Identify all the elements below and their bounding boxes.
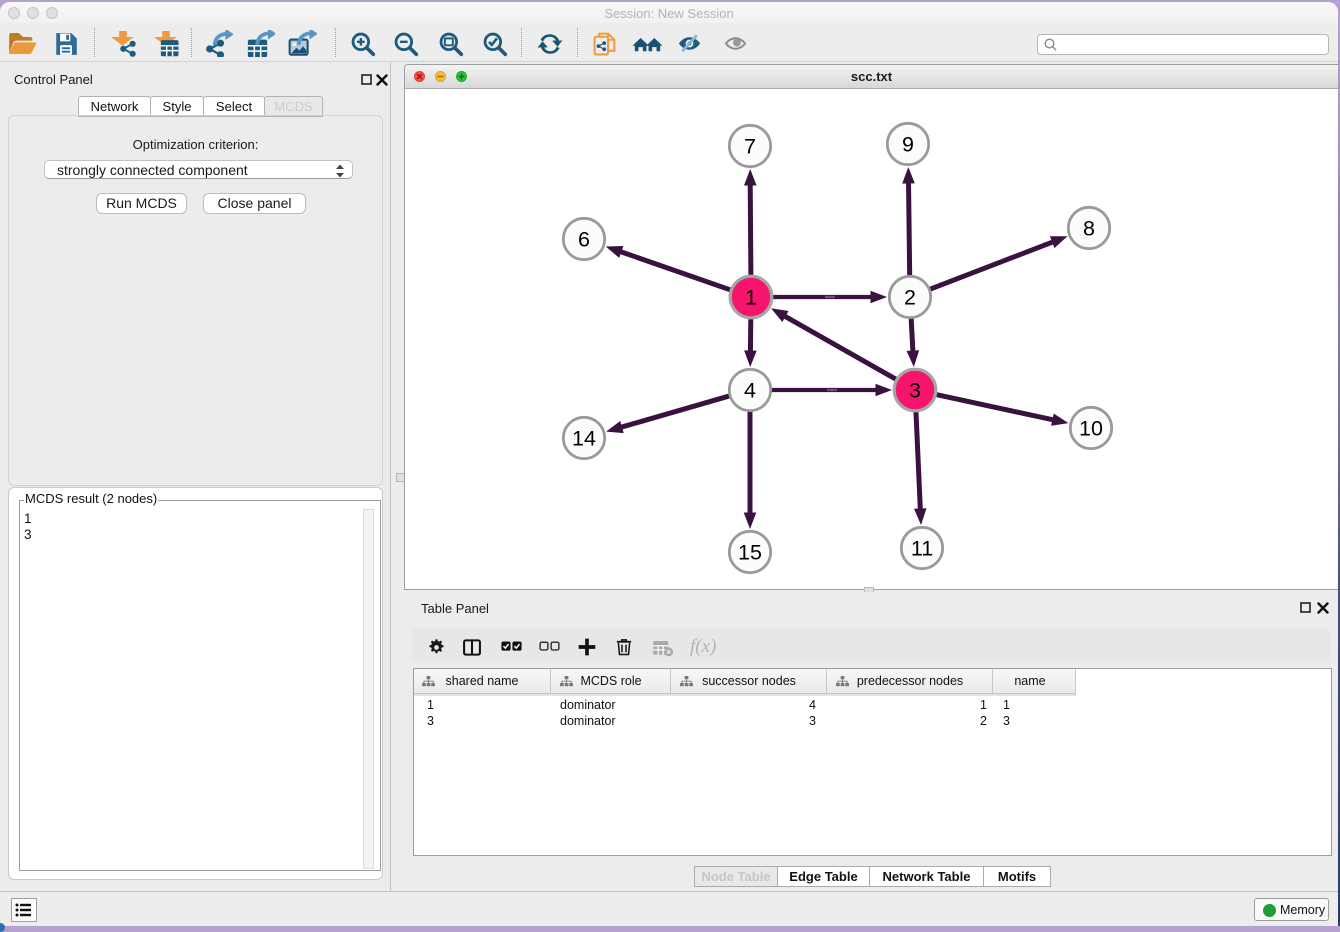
svg-text:9: 9 bbox=[902, 133, 914, 157]
svg-text:1: 1 bbox=[745, 286, 757, 310]
svg-text:11: 11 bbox=[911, 537, 933, 561]
svg-text:15: 15 bbox=[738, 541, 762, 565]
svg-text:7: 7 bbox=[744, 135, 756, 159]
svg-text:10: 10 bbox=[1079, 417, 1103, 441]
svg-text:14: 14 bbox=[572, 427, 596, 451]
svg-text:6: 6 bbox=[578, 228, 590, 252]
svg-text:3: 3 bbox=[909, 379, 921, 403]
svg-text:4: 4 bbox=[744, 379, 756, 403]
svg-text:2: 2 bbox=[904, 286, 916, 310]
svg-text:8: 8 bbox=[1083, 217, 1095, 241]
